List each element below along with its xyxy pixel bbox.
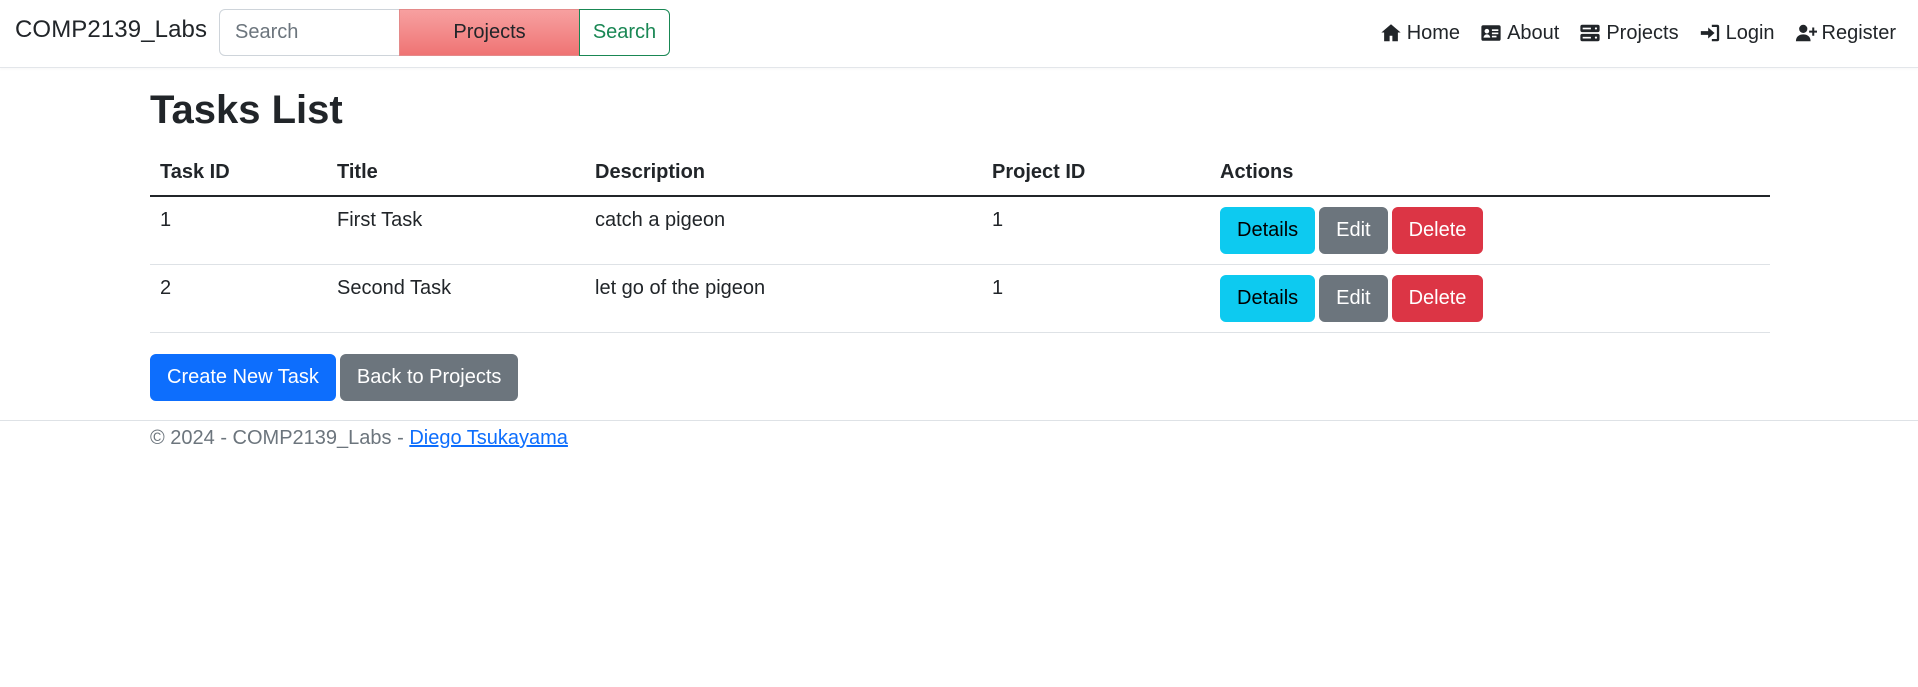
sign-in-icon — [1700, 24, 1719, 42]
cell-project-id: 1 — [982, 264, 1210, 333]
delete-button[interactable]: Delete — [1391, 207, 1484, 254]
header-project-id: Project ID — [982, 150, 1210, 197]
header-title: Title — [327, 150, 585, 197]
nav-link-login[interactable]: Login — [1699, 22, 1775, 45]
cell-description: catch a pigeon — [585, 196, 982, 265]
nav-link-label: Login — [1725, 21, 1775, 44]
nav-link-register[interactable]: Register — [1795, 22, 1896, 45]
copyright-text: © 2024 - COMP2139_Labs - — [150, 427, 410, 449]
edit-button[interactable]: Edit — [1319, 207, 1388, 254]
details-button[interactable]: Details — [1220, 274, 1316, 322]
header-actions: Actions — [1210, 150, 1770, 197]
user-plus-icon — [1795, 24, 1817, 42]
cell-project-id: 1 — [982, 196, 1210, 265]
nav-link-home[interactable]: Home — [1380, 22, 1460, 45]
nav-link-projects[interactable]: Projects — [1579, 21, 1679, 45]
page-title: Tasks List — [150, 88, 343, 132]
page-actions: Create New Task Back to Projects — [150, 354, 519, 401]
nav-link-label: Home — [1406, 21, 1461, 44]
table-row: 1 First Task catch a pigeon 1 Details Edi… — [150, 196, 1770, 265]
cell-actions: Details Edit Delete — [1210, 196, 1770, 265]
server-icon — [1580, 24, 1600, 42]
cell-actions: Details Edit Delete — [1210, 264, 1770, 333]
nav-links: Home About Projects Login Register — [1360, 0, 1896, 66]
back-to-projects-button[interactable]: Back to Projects — [339, 354, 519, 401]
table-header-row: Task ID Title Description Project ID Act… — [150, 150, 1770, 197]
header-description: Description — [585, 150, 982, 197]
author-link[interactable]: Diego Tsukayama — [409, 427, 568, 449]
search-button[interactable]: Search — [579, 9, 670, 56]
nav-link-label: Register — [1821, 21, 1896, 44]
id-card-icon — [1481, 25, 1501, 41]
footer: © 2024 - COMP2139_Labs - Diego Tsukayama — [0, 420, 1918, 460]
brand-link[interactable]: COMP2139_Labs — [15, 16, 207, 44]
cell-title: Second Task — [327, 264, 585, 333]
delete-button[interactable]: Delete — [1391, 274, 1484, 322]
top-navbar: COMP2139_Labs Projects Search Home About… — [0, 0, 1918, 68]
nav-link-label: Projects — [1606, 21, 1679, 44]
search-category-label: Projects — [453, 21, 526, 43]
cell-task-id: 1 — [150, 196, 327, 265]
search-category-select[interactable]: Projects — [399, 9, 580, 56]
cell-title: First Task — [327, 196, 585, 265]
cell-task-id: 2 — [150, 264, 327, 333]
header-task-id: Task ID — [150, 150, 327, 197]
search-input[interactable] — [219, 9, 400, 56]
nav-link-about[interactable]: About — [1480, 22, 1559, 45]
cell-description: let go of the pigeon — [585, 264, 982, 333]
nav-link-label: About — [1507, 21, 1560, 44]
edit-button[interactable]: Edit — [1319, 274, 1388, 322]
details-button[interactable]: Details — [1220, 207, 1316, 254]
create-new-task-button[interactable]: Create New Task — [150, 354, 336, 401]
table-row: 2 Second Task let go of the pigeon 1 Det… — [150, 264, 1770, 333]
footer-text: © 2024 - COMP2139_Labs - Diego Tsukayama — [150, 427, 568, 450]
tasks-table: Task ID Title Description Project ID Act… — [150, 150, 1770, 333]
home-icon — [1381, 24, 1401, 42]
